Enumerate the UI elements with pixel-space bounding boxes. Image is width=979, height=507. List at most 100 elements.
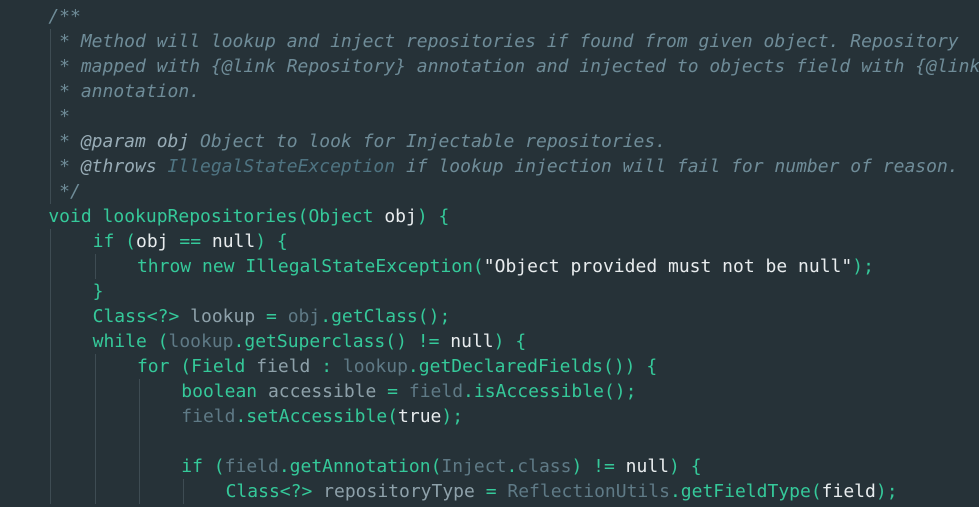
code-token-type: Field bbox=[191, 356, 246, 377]
code-line: * @param obj Object to look for Injectab… bbox=[48, 129, 666, 154]
code-token-comment: * Method will lookup and inject reposito… bbox=[48, 31, 959, 52]
indent-guide bbox=[94, 254, 96, 279]
code-token-punct: (); bbox=[417, 306, 451, 327]
code-token-param: obj bbox=[384, 206, 417, 227]
code-token-keyword: while bbox=[92, 331, 147, 352]
code-token-localuse: lookup bbox=[342, 356, 408, 377]
code-token-type: IllegalStateException bbox=[245, 256, 473, 277]
code-token-comment: */ bbox=[48, 181, 81, 202]
code-token-comment: * mapped with {@link Repository} annotat… bbox=[48, 56, 979, 77]
code-token-punct: ( bbox=[297, 206, 309, 227]
code-token-classref: Inject bbox=[441, 456, 507, 477]
code-token-punct: () != bbox=[385, 331, 451, 352]
code-line: * Method will lookup and inject reposito… bbox=[48, 29, 958, 54]
code-token-operator: = bbox=[255, 306, 288, 327]
code-line: boolean accessible = field.isAccessible(… bbox=[181, 379, 636, 404]
code-token-punct: ) { bbox=[255, 231, 288, 252]
code-token-punct: ) != bbox=[571, 456, 626, 477]
code-token-punct: . bbox=[233, 331, 245, 352]
code-token-literal: null bbox=[211, 231, 256, 252]
code-token-localuse: field bbox=[224, 456, 279, 477]
code-token-comment bbox=[157, 156, 168, 177]
code-token-punct: ()) { bbox=[603, 356, 658, 377]
code-token-type: Object bbox=[308, 206, 374, 227]
code-token-punct: (); bbox=[603, 381, 637, 402]
code-line: */ bbox=[48, 179, 81, 204]
code-line: if (field.getAnnotation(Inject.class) !=… bbox=[181, 454, 701, 479]
code-line: * bbox=[48, 104, 70, 129]
code-token-comment: * bbox=[48, 106, 70, 127]
code-token-localuse: obj bbox=[287, 306, 321, 327]
code-token-param: obj bbox=[136, 231, 169, 252]
code-token-method: getSuperclass bbox=[244, 331, 386, 352]
code-token-punct: ) { bbox=[493, 331, 527, 352]
code-token-keyword: void bbox=[48, 206, 92, 227]
code-token-comment bbox=[146, 131, 157, 152]
code-line: throw new IllegalStateException("Object … bbox=[137, 254, 874, 279]
code-token-punct: . bbox=[235, 406, 247, 427]
code-token-punct: . bbox=[407, 356, 419, 377]
code-token-punct: ( bbox=[430, 456, 442, 477]
code-token-operator: = bbox=[376, 381, 409, 402]
code-line: } bbox=[93, 279, 104, 304]
code-token-localuse: lookup bbox=[168, 331, 234, 352]
code-line: Class<?> repositoryType = ReflectionUtil… bbox=[226, 479, 898, 504]
code-token-doctag: @param bbox=[80, 131, 146, 152]
code-token-comment: /** bbox=[48, 6, 81, 27]
code-line: for (Field field : lookup.getDeclaredFie… bbox=[137, 354, 657, 379]
code-token-punct: ); bbox=[875, 481, 898, 502]
code-token-keyword: for bbox=[136, 356, 170, 377]
code-token-punct: . bbox=[320, 306, 332, 327]
code-token-method: getAnnotation bbox=[289, 456, 431, 477]
code-token-localuse: field bbox=[181, 406, 236, 427]
code-token-operator: == bbox=[168, 231, 212, 252]
code-token-punct: ( bbox=[202, 456, 225, 477]
code-token-comment: * annotation. bbox=[48, 81, 201, 102]
indent-guide bbox=[183, 479, 185, 504]
code-line: field.setAccessible(true); bbox=[181, 404, 463, 429]
code-token-literal: true bbox=[398, 406, 442, 427]
code-token-local: repositoryType bbox=[323, 481, 475, 502]
code-token-punct: } bbox=[92, 281, 104, 302]
indent-guide bbox=[50, 229, 52, 504]
code-line: if (obj == null) { bbox=[93, 229, 288, 254]
code-line: void lookupRepositories(Object obj) { bbox=[48, 204, 449, 229]
code-line: while (lookup.getSuperclass() != null) { bbox=[93, 329, 527, 354]
code-token-punct: ( bbox=[114, 231, 136, 252]
code-token-local: lookup bbox=[190, 306, 256, 327]
code-token-punct: ) { bbox=[416, 206, 450, 227]
code-token-comment: * bbox=[48, 131, 81, 152]
code-token-keyword: boolean bbox=[181, 381, 258, 402]
code-token-punct: ) { bbox=[669, 456, 702, 477]
code-token-punct: . bbox=[278, 456, 290, 477]
code-line: Class<?> lookup = obj.getClass(); bbox=[93, 304, 451, 329]
code-editor[interactable]: /** * Method will lookup and inject repo… bbox=[0, 0, 979, 507]
code-token-punct: ( bbox=[387, 406, 399, 427]
code-token-param: field bbox=[821, 481, 876, 502]
code-token-keyword: if bbox=[92, 231, 115, 252]
code-token-punct: . bbox=[506, 456, 518, 477]
code-token-method: setAccessible bbox=[246, 406, 388, 427]
code-token-local: field bbox=[256, 356, 311, 377]
code-token-operator: : bbox=[310, 356, 343, 377]
code-token-keyword: new bbox=[201, 256, 235, 277]
code-token-punct: ); bbox=[441, 406, 464, 427]
code-token-classref: ReflectionUtils bbox=[507, 481, 670, 502]
code-token-string: "Object provided must not be null" bbox=[483, 256, 853, 277]
code-token-punct: . bbox=[463, 381, 474, 402]
code-line: /** bbox=[48, 4, 81, 29]
indent-guide bbox=[94, 354, 96, 504]
code-token-operator: = bbox=[474, 481, 508, 502]
indent-guide bbox=[138, 379, 140, 504]
code-token-type: Class<?> bbox=[92, 306, 180, 327]
code-token-punct: ); bbox=[852, 256, 874, 277]
code-token-comment: if lookup injection will fail for number… bbox=[395, 156, 959, 177]
code-token-literal: null bbox=[625, 456, 670, 477]
